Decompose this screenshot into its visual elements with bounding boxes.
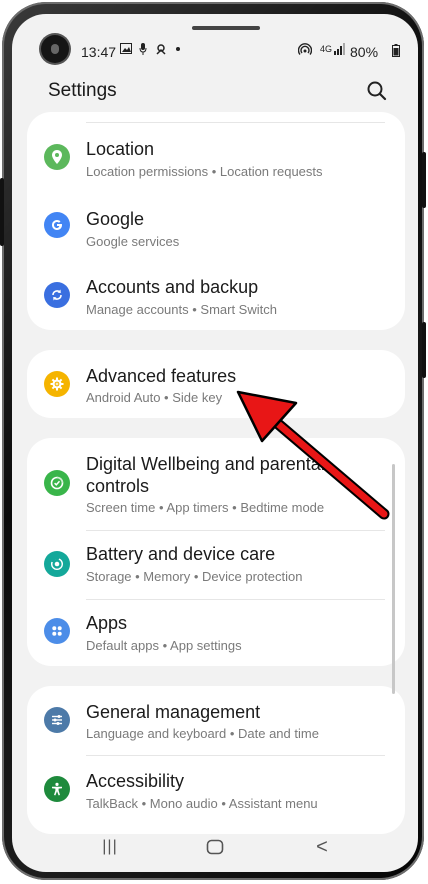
recents-button[interactable]: ||| (90, 832, 130, 862)
image-icon (120, 43, 132, 57)
navigation-bar: ||| < (12, 824, 418, 872)
setting-location[interactable]: Location Location permissions • Location… (27, 124, 405, 192)
setting-apps[interactable]: Apps Default apps • App settings (27, 600, 405, 666)
setting-subtitle: Screen time • App timers • Bedtime mode (86, 500, 325, 515)
signal-icon (334, 43, 346, 58)
back-icon: < (316, 835, 328, 858)
settings-group-2: Advanced features Android Auto • Side ke… (27, 350, 405, 418)
battery-icon (392, 44, 400, 60)
google-g-icon (44, 212, 70, 238)
power-button (422, 152, 426, 208)
back-button[interactable]: < (302, 832, 342, 862)
location-pin-icon (44, 144, 70, 170)
phone-frame: 13:47 4G 80% Settings Location Location … (0, 2, 426, 880)
divider (86, 122, 385, 123)
device-care-icon (44, 551, 70, 577)
setting-digital-wellbeing[interactable]: Digital Wellbeing and parental controls … (27, 438, 405, 530)
setting-title: Accessibility (86, 771, 185, 791)
setting-subtitle: Default apps • App settings (86, 638, 242, 653)
setting-subtitle: Google services (86, 234, 180, 249)
accessibility-icon (44, 776, 70, 802)
hotspot-icon (297, 43, 313, 58)
setting-accessibility[interactable]: Accessibility TalkBack • Mono audio • As… (27, 756, 405, 824)
sync-icon (44, 282, 70, 308)
mic-icon (139, 43, 147, 58)
wellbeing-icon (44, 470, 70, 496)
scrollbar[interactable] (392, 464, 395, 694)
home-button[interactable] (195, 832, 235, 862)
setting-title: Advanced features (86, 366, 237, 386)
setting-title: Digital Wellbeing and parental controls (86, 454, 325, 496)
setting-subtitle: Storage • Memory • Device protection (86, 569, 303, 584)
setting-title: Battery and device care (86, 544, 276, 564)
search-icon (367, 81, 387, 101)
page-title: Settings (48, 80, 117, 101)
settings-group-4: General management Language and keyboard… (27, 686, 405, 834)
setting-battery-and-device-care[interactable]: Battery and device care Storage • Memory… (27, 531, 405, 599)
volume-button (0, 178, 4, 246)
settings-group-3: Digital Wellbeing and parental controls … (27, 438, 405, 666)
battery-percentage: 80% (350, 44, 379, 60)
home-icon (206, 839, 224, 855)
network-type: 4G (320, 44, 333, 54)
setting-google[interactable]: Google Google services (27, 194, 405, 262)
settings-group-1: Location Location permissions • Location… (27, 112, 405, 330)
setting-general-management[interactable]: General management Language and keyboard… (27, 686, 405, 754)
setting-subtitle: Location permissions • Location requests (86, 164, 323, 179)
apps-grid-icon (44, 618, 70, 644)
dot-icon (176, 47, 180, 51)
setting-title: Apps (86, 613, 128, 633)
setting-subtitle: Language and keyboard • Date and time (86, 726, 319, 741)
status-time: 13:47 (81, 44, 117, 60)
setting-title: General management (86, 702, 261, 722)
setting-subtitle: Manage accounts • Smart Switch (86, 302, 277, 317)
screen: 13:47 4G 80% Settings Location Location … (12, 14, 418, 872)
setting-accounts-and-backup[interactable]: Accounts and backup Manage accounts • Sm… (27, 262, 405, 330)
search-button[interactable] (366, 80, 388, 102)
gear-plus-icon (44, 371, 70, 397)
setting-title: Google (86, 209, 145, 229)
side-key (422, 322, 426, 378)
setting-subtitle: TalkBack • Mono audio • Assistant menu (86, 796, 318, 811)
setting-subtitle: Android Auto • Side key (86, 390, 223, 405)
recents-icon: ||| (102, 838, 118, 855)
setting-title: Accounts and backup (86, 277, 259, 297)
voicemail-icon (155, 43, 167, 58)
sliders-icon (44, 707, 70, 733)
setting-title: Location (86, 139, 155, 159)
status-bar: 13:47 4G 80% (12, 30, 418, 60)
setting-advanced-features[interactable]: Advanced features Android Auto • Side ke… (27, 350, 405, 418)
